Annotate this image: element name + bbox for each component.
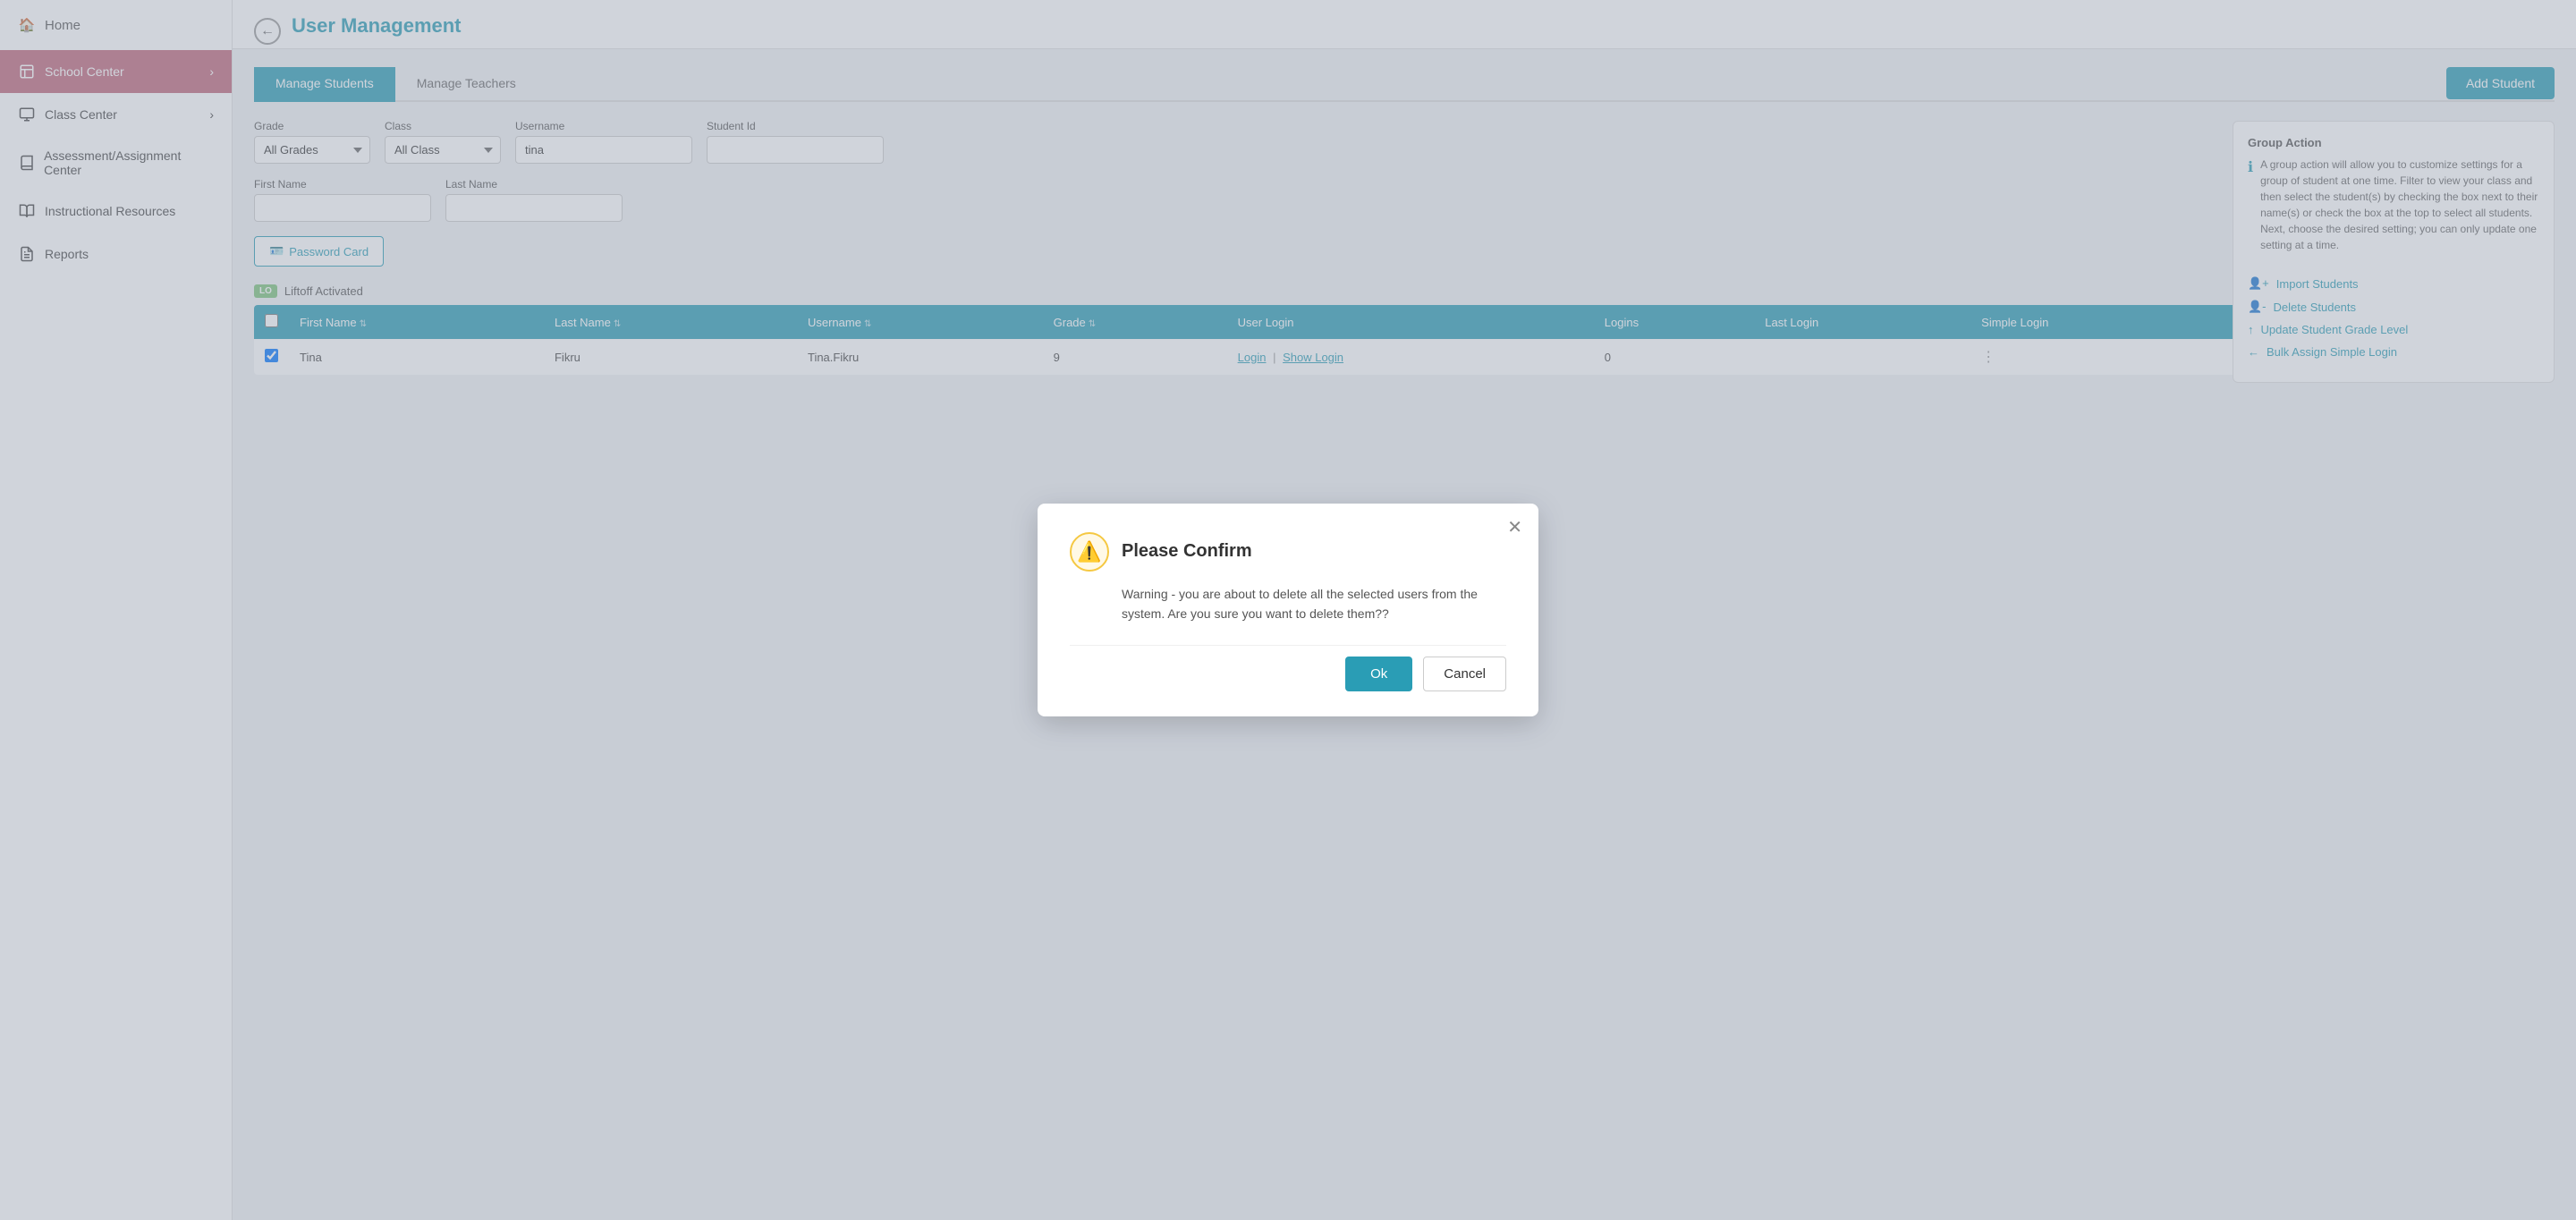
modal-cancel-button[interactable]: Cancel xyxy=(1423,657,1506,691)
modal-close-button[interactable]: ✕ xyxy=(1507,516,1522,538)
modal-overlay: ✕ ⚠️ Please Confirm Warning - you are ab… xyxy=(0,0,2576,1220)
modal-ok-button[interactable]: Ok xyxy=(1345,657,1412,691)
warning-icon: ⚠️ xyxy=(1070,532,1109,572)
confirm-modal: ✕ ⚠️ Please Confirm Warning - you are ab… xyxy=(1038,504,1538,717)
modal-footer: Ok Cancel xyxy=(1070,645,1506,691)
modal-body: Warning - you are about to delete all th… xyxy=(1070,584,1506,624)
modal-title: Please Confirm xyxy=(1122,541,1252,562)
modal-header: ⚠️ Please Confirm xyxy=(1070,532,1506,572)
